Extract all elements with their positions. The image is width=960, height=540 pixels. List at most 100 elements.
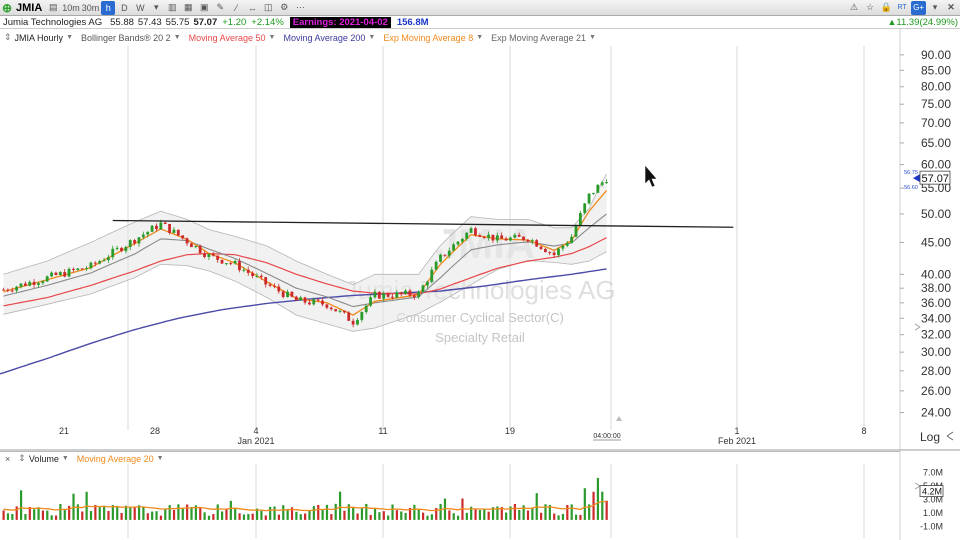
- compare-icon[interactable]: ▦: [181, 1, 195, 15]
- candle-body: [312, 299, 316, 305]
- candle-body: [321, 300, 324, 305]
- candle-body: [592, 192, 595, 194]
- candle-body: [229, 263, 233, 265]
- draw-line-icon[interactable]: ⁄: [229, 1, 243, 15]
- candle-body: [561, 245, 565, 249]
- candle-body: [382, 293, 386, 299]
- candle-body: [565, 242, 569, 246]
- candle-body: [10, 290, 14, 292]
- indicator-symbol[interactable]: ⇕ JMIA Hourly ▼: [4, 32, 73, 43]
- volume-bar: [177, 504, 180, 520]
- indicator-ma50[interactable]: Moving Average 50 ▼: [189, 33, 276, 43]
- interval-weekly[interactable]: W: [133, 1, 147, 15]
- candle-body: [347, 312, 351, 321]
- candle-body: [504, 238, 508, 241]
- volume-bar: [413, 504, 416, 520]
- candle-body: [286, 291, 289, 297]
- ask-price: 56.60: [904, 185, 918, 191]
- interval-dropdown-icon[interactable]: ▾: [149, 1, 163, 15]
- volume-bar: [159, 515, 163, 520]
- settings-icon[interactable]: ⚙: [277, 1, 291, 15]
- volume-bar: [146, 513, 149, 520]
- indicator-ema21[interactable]: Exp Moving Average 21 ▼: [491, 33, 596, 43]
- candle-body: [417, 291, 421, 298]
- candle-body: [259, 275, 263, 278]
- interval-30m[interactable]: 30m: [82, 1, 100, 15]
- alert-icon[interactable]: ⚠: [847, 1, 861, 15]
- candle-body: [238, 261, 241, 271]
- star-icon[interactable]: ☆: [863, 1, 877, 15]
- candle-body: [399, 292, 403, 294]
- volume-label[interactable]: Volume: [29, 454, 59, 464]
- candle-body: [443, 254, 447, 256]
- candle-body: [377, 291, 381, 299]
- volume-bar: [448, 510, 451, 520]
- layout-icon[interactable]: ▣: [197, 1, 211, 15]
- earnings-badge[interactable]: Earnings: 2021-04-02: [289, 16, 391, 28]
- realtime-badge[interactable]: RT: [895, 1, 909, 15]
- volume-ma-label[interactable]: Moving Average 20: [77, 454, 154, 464]
- candle-body: [163, 222, 167, 224]
- more-options-icon[interactable]: ⋯: [293, 1, 307, 15]
- volume-bar: [37, 507, 40, 520]
- volume-y-tick: 7.0M: [923, 468, 943, 478]
- window-menu-icon[interactable]: ▾: [928, 1, 942, 15]
- chevron-down-icon: ▼: [66, 34, 73, 41]
- volume-bar: [15, 506, 18, 520]
- volume-bar: [33, 509, 36, 520]
- candle-body: [404, 290, 407, 294]
- gplus-badge[interactable]: G+: [911, 0, 926, 15]
- indicator-ema8[interactable]: Exp Moving Average 8 ▼: [383, 33, 483, 43]
- symbol-label[interactable]: JMIA: [16, 1, 42, 15]
- interval-hourly[interactable]: h: [101, 0, 116, 15]
- candle-body: [478, 235, 482, 237]
- volume-bar: [186, 504, 189, 520]
- interval-10m[interactable]: 10m: [62, 1, 80, 15]
- add-symbol-icon[interactable]: ⊕: [0, 1, 14, 15]
- candle-body: [98, 261, 102, 264]
- lock-icon[interactable]: 🔒: [879, 1, 893, 15]
- volume-bar: [338, 491, 342, 520]
- bar-style-icon[interactable]: ▥: [165, 1, 179, 15]
- volume-bar: [334, 503, 337, 520]
- indicator-bollinger[interactable]: Bollinger Bands® 20 2 ▼: [81, 33, 181, 43]
- candle-body: [439, 254, 442, 262]
- close-icon[interactable]: ✕: [944, 1, 958, 15]
- chevron-down-icon: ▼: [589, 34, 596, 41]
- candle-body: [487, 234, 490, 238]
- volume-bar: [229, 500, 232, 520]
- y-tick-label: 65.00: [921, 136, 951, 150]
- interval-daily[interactable]: D: [117, 1, 131, 15]
- y-tick-label: 30.00: [921, 345, 951, 359]
- log-scale-toggle[interactable]: Log: [920, 430, 940, 444]
- draw-pencil-icon[interactable]: ✎: [213, 1, 227, 15]
- candle-body: [80, 268, 84, 270]
- candle-body: [308, 302, 311, 305]
- indicator-bollinger-label: Bollinger Bands® 20 2: [81, 32, 171, 43]
- candle-body: [548, 252, 552, 254]
- volume-bar: [98, 507, 101, 520]
- indicator-ma200[interactable]: Moving Average 200 ▼: [283, 33, 375, 43]
- chart-type-icon[interactable]: ▤: [46, 1, 60, 15]
- close-panel-icon[interactable]: ×: [5, 454, 10, 464]
- candle-body: [6, 289, 10, 291]
- indicator-ema8-label: Exp Moving Average 8: [383, 32, 474, 43]
- volume-ma-line: [3, 500, 607, 512]
- x-tick-label: 4: [253, 426, 258, 436]
- candle-body: [303, 297, 307, 303]
- company-name: Jumia Technologies AG: [3, 16, 103, 28]
- candle-body: [2, 289, 5, 291]
- annotation-icon[interactable]: ◫: [261, 1, 275, 15]
- candle-body: [224, 263, 228, 265]
- measure-icon[interactable]: ↔: [245, 1, 259, 15]
- candle-body: [299, 297, 303, 301]
- volume-bar: [518, 509, 521, 520]
- candle-body: [526, 239, 530, 242]
- candle-body: [539, 246, 543, 249]
- candle-body: [106, 257, 110, 261]
- y-tick-label: 38.00: [921, 281, 951, 295]
- volume-bar: [583, 488, 586, 520]
- candle-body: [89, 262, 93, 269]
- x-tick-label: 8: [861, 426, 866, 436]
- volume-bar: [199, 507, 202, 520]
